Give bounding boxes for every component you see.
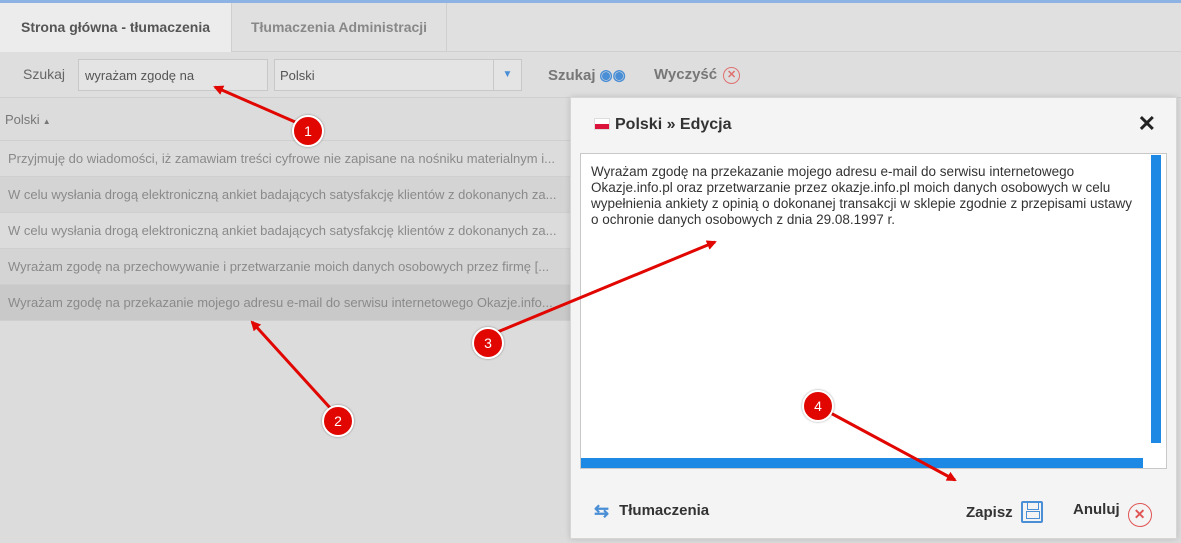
annotation-arrow-4 [824, 408, 957, 482]
annotation-arrow-1 [213, 85, 303, 127]
annotation-badge-4: 4 [802, 390, 834, 422]
annotation-badge-3: 3 [472, 327, 504, 359]
annotation-badge-2: 2 [322, 405, 354, 437]
annotation-arrow-3 [494, 240, 717, 335]
annotation-badge-1: 1 [292, 115, 324, 147]
annotation-arrow-2 [250, 320, 334, 412]
annotation-arrows [213, 85, 957, 482]
